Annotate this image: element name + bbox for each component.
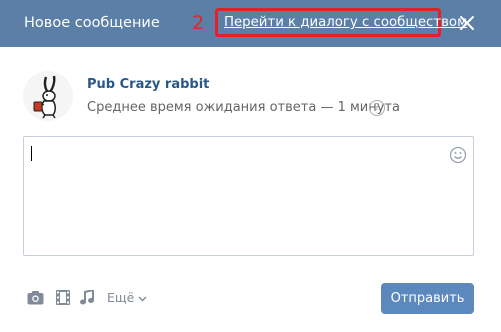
close-icon[interactable] xyxy=(457,13,477,33)
dialog-header: Новое сообщение 2 Перейти к диалогу с со… xyxy=(0,0,501,47)
text-caret xyxy=(31,146,32,161)
chevron-down-icon[interactable] xyxy=(138,296,147,302)
send-button[interactable]: Отправить xyxy=(381,283,474,314)
message-input[interactable] xyxy=(23,136,474,256)
camera-icon[interactable] xyxy=(27,290,44,305)
dialog-title: Новое сообщение xyxy=(24,15,160,31)
more-attachments-button[interactable]: Ещё xyxy=(107,290,134,306)
community-name[interactable]: Pub Crazy rabbit xyxy=(87,77,209,93)
rabbit-logo-icon xyxy=(23,71,73,121)
music-note-icon[interactable] xyxy=(80,290,94,305)
film-icon[interactable] xyxy=(56,290,70,305)
avatar[interactable] xyxy=(23,71,73,121)
go-to-community-dialog-link[interactable]: Перейти к диалогу с сообществом xyxy=(224,14,467,31)
help-icon[interactable]: ? xyxy=(369,100,385,116)
response-time-text: Среднее время ожидания ответа — 1 минута xyxy=(87,100,400,115)
annotation-number: 2 xyxy=(192,12,205,34)
smiley-icon[interactable] xyxy=(449,146,467,164)
